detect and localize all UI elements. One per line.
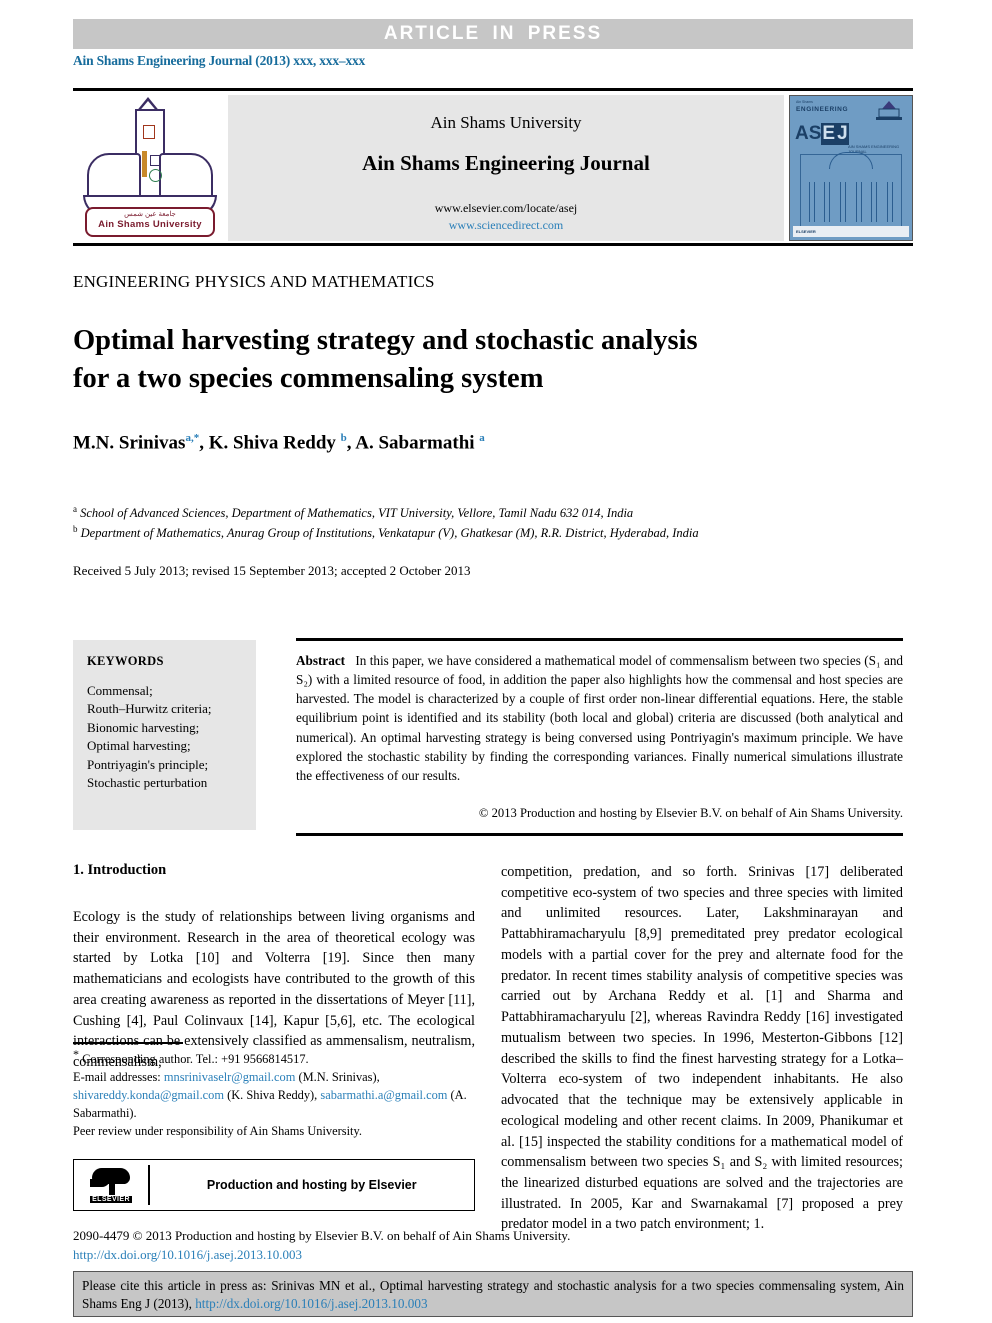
- email-note: E-mail addresses: mnsrinivaselr@gmail.co…: [73, 1069, 475, 1123]
- cover-engineering-label: ENGINEERING: [796, 106, 849, 113]
- peer-review-note: Peer review under responsibility of Ain …: [73, 1124, 362, 1139]
- abstract-text: In this paper, we have considered a math…: [296, 653, 904, 783]
- logo-english-caption: Ain Shams University: [98, 219, 202, 230]
- author-name[interactable]: A. Sabarmathi: [355, 432, 474, 453]
- footnote-rule: [73, 1042, 183, 1044]
- title-line-1: Optimal harvesting strategy and stochast…: [73, 325, 698, 356]
- asterisk-icon: *: [73, 1047, 79, 1061]
- logo-glyph-2-icon: [142, 151, 147, 177]
- keyword-item: Pontriyagin's principle;: [87, 756, 209, 772]
- citation-notice-box: Please cite this article in press as: Sr…: [73, 1271, 913, 1317]
- masthead-rule-top: [73, 88, 913, 91]
- citation-doi-link[interactable]: http://dx.doi.org/10.1016/j.asej.2013.10…: [195, 1296, 427, 1311]
- introduction-paragraph-right: competition, predation, and so forth. Sr…: [501, 864, 903, 1233]
- keywords-panel: KEYWORDS Commensal; Routh–Hurwitz criter…: [73, 640, 256, 830]
- author-affil-mark: b: [340, 432, 347, 444]
- ain-shams-university-logo: جامعة عين شمس Ain Shams University: [73, 95, 223, 241]
- journal-masthead: جامعة عين شمس Ain Shams University Ain S…: [73, 95, 913, 241]
- paper-page: ARTICLE IN PRESS Ain Shams Engineering J…: [0, 0, 992, 1323]
- logo-ribbon: جامعة عين شمس Ain Shams University: [85, 207, 215, 237]
- doi-link[interactable]: http://dx.doi.org/10.1016/j.asej.2013.10…: [73, 1247, 913, 1263]
- introduction-heading: 1. Introduction: [73, 862, 167, 878]
- cover-columns-icon: [804, 182, 898, 222]
- affiliation-text: Department of Mathematics, Anurag Group …: [80, 526, 699, 541]
- affiliation-item: b Department of Mathematics, Anurag Grou…: [73, 523, 903, 543]
- email-link[interactable]: mnsrinivaselr@gmail.com: [164, 1070, 296, 1084]
- body-right-column: competition, predation, and so forth. Sr…: [501, 862, 903, 1235]
- cover-tiny-label: Ain Shams: [796, 100, 813, 104]
- cover-publisher-label: ELSEVIER: [796, 229, 816, 234]
- article-history: Received 5 July 2013; revised 15 Septemb…: [73, 563, 471, 578]
- university-name: Ain Shams University: [430, 113, 582, 132]
- title-line-2: for a two species commensaling system: [73, 362, 544, 394]
- elsevier-locate-url[interactable]: www.elsevier.com/locate/asej: [228, 201, 784, 216]
- issn-copyright-line: 2090-4479 © 2013 Production and hosting …: [73, 1228, 571, 1243]
- affiliation-mark: b: [73, 523, 78, 534]
- affiliation-text: School of Advanced Sciences, Department …: [80, 506, 634, 521]
- affiliation-mark: a: [73, 504, 77, 514]
- abstract-rule-bottom: [296, 833, 903, 836]
- logo-glyph-4-icon: [149, 169, 162, 182]
- production-hosting-box: ELSEVIER Production and hosting by Elsev…: [73, 1159, 475, 1211]
- keyword-item: Optimal harvesting;: [87, 738, 191, 754]
- corresponding-author-note: * Corresponding author. Tel.: +91 956681…: [73, 1046, 475, 1069]
- affiliation-item: a School of Advanced Sciences, Departmen…: [73, 503, 903, 523]
- email-owner: (M.N. Srinivas),: [298, 1070, 380, 1085]
- author-affil-mark: a,*: [185, 432, 200, 444]
- journal-cover-thumbnail: Ain Shams ENGINEERING ASEJ AIN SHAMS ENG…: [789, 95, 913, 241]
- masthead-center-panel: Ain Shams University Ain Shams Engineeri…: [228, 95, 784, 241]
- elsevier-tree-icon: [90, 1167, 132, 1195]
- author-name[interactable]: K. Shiva Reddy: [209, 432, 336, 453]
- email-addresses-label: E-mail addresses:: [73, 1070, 161, 1085]
- keywords-heading: KEYWORDS: [87, 654, 164, 668]
- email-owner: (K. Shiva Reddy),: [227, 1088, 318, 1103]
- logo-glyph-3-icon: [150, 155, 161, 166]
- elsevier-wordmark: ELSEVIER: [90, 1195, 132, 1203]
- abstract-copyright: © 2013 Production and hosting by Elsevie…: [478, 806, 903, 820]
- abstract-section: Abstract In this paper, we have consider…: [296, 651, 903, 785]
- email-link[interactable]: sabarmathi.a@gmail.com: [320, 1088, 447, 1102]
- article-in-press-banner: ARTICLE IN PRESS: [73, 19, 913, 49]
- keyword-item: Stochastic perturbation: [87, 775, 208, 791]
- cover-dome-icon: [829, 152, 873, 169]
- running-head: Ain Shams Engineering Journal (2013) xxx…: [73, 53, 366, 68]
- masthead-rule-bottom: [73, 243, 913, 246]
- keyword-item: Commensal;: [87, 683, 153, 698]
- keyword-item: Routh–Hurwitz criteria;: [87, 701, 212, 717]
- author-affil-mark: a: [479, 432, 485, 444]
- sciencedirect-url[interactable]: www.sciencedirect.com: [228, 218, 784, 233]
- elsevier-logo: ELSEVIER: [74, 1160, 148, 1210]
- email-link[interactable]: shivareddy.konda@gmail.com: [73, 1088, 224, 1102]
- journal-title: Ain Shams Engineering Journal: [362, 151, 650, 175]
- keyword-item: Bionomic harvesting;: [87, 719, 200, 735]
- author-list: M.N. Srinivasa,*, K. Shiva Reddy b, A. S…: [73, 432, 485, 454]
- author-name[interactable]: M.N. Srinivas: [73, 432, 185, 453]
- logo-glyph-1-icon: [143, 125, 155, 139]
- logo-arabic-caption: جامعة عين شمس: [124, 211, 176, 218]
- abstract-rule-top: [296, 638, 903, 641]
- footnote-block: * Corresponding author. Tel.: +91 956681…: [73, 1046, 475, 1141]
- abstract-label: Abstract: [296, 653, 346, 668]
- citation-notice-text: Please cite this article in press as: Sr…: [82, 1277, 904, 1313]
- corresponding-author-text: Corresponding author. Tel.: +91 95668145…: [82, 1052, 309, 1067]
- cover-acronym: ASEJ: [795, 123, 849, 145]
- affiliation-list: a School of Advanced Sciences, Departmen…: [73, 503, 903, 543]
- cover-footer: ELSEVIER: [793, 226, 909, 237]
- cover-crest-icon: [872, 100, 906, 122]
- keywords-list: Commensal; Routh–Hurwitz criteria; Biono…: [87, 682, 256, 793]
- page-title: Optimal harvesting strategy and stochast…: [73, 322, 863, 398]
- production-hosting-label: Production and hosting by Elsevier: [206, 1178, 417, 1192]
- section-category: ENGINEERING PHYSICS AND MATHEMATICS: [73, 272, 435, 291]
- article-in-press-label: ARTICLE IN PRESS: [383, 23, 603, 44]
